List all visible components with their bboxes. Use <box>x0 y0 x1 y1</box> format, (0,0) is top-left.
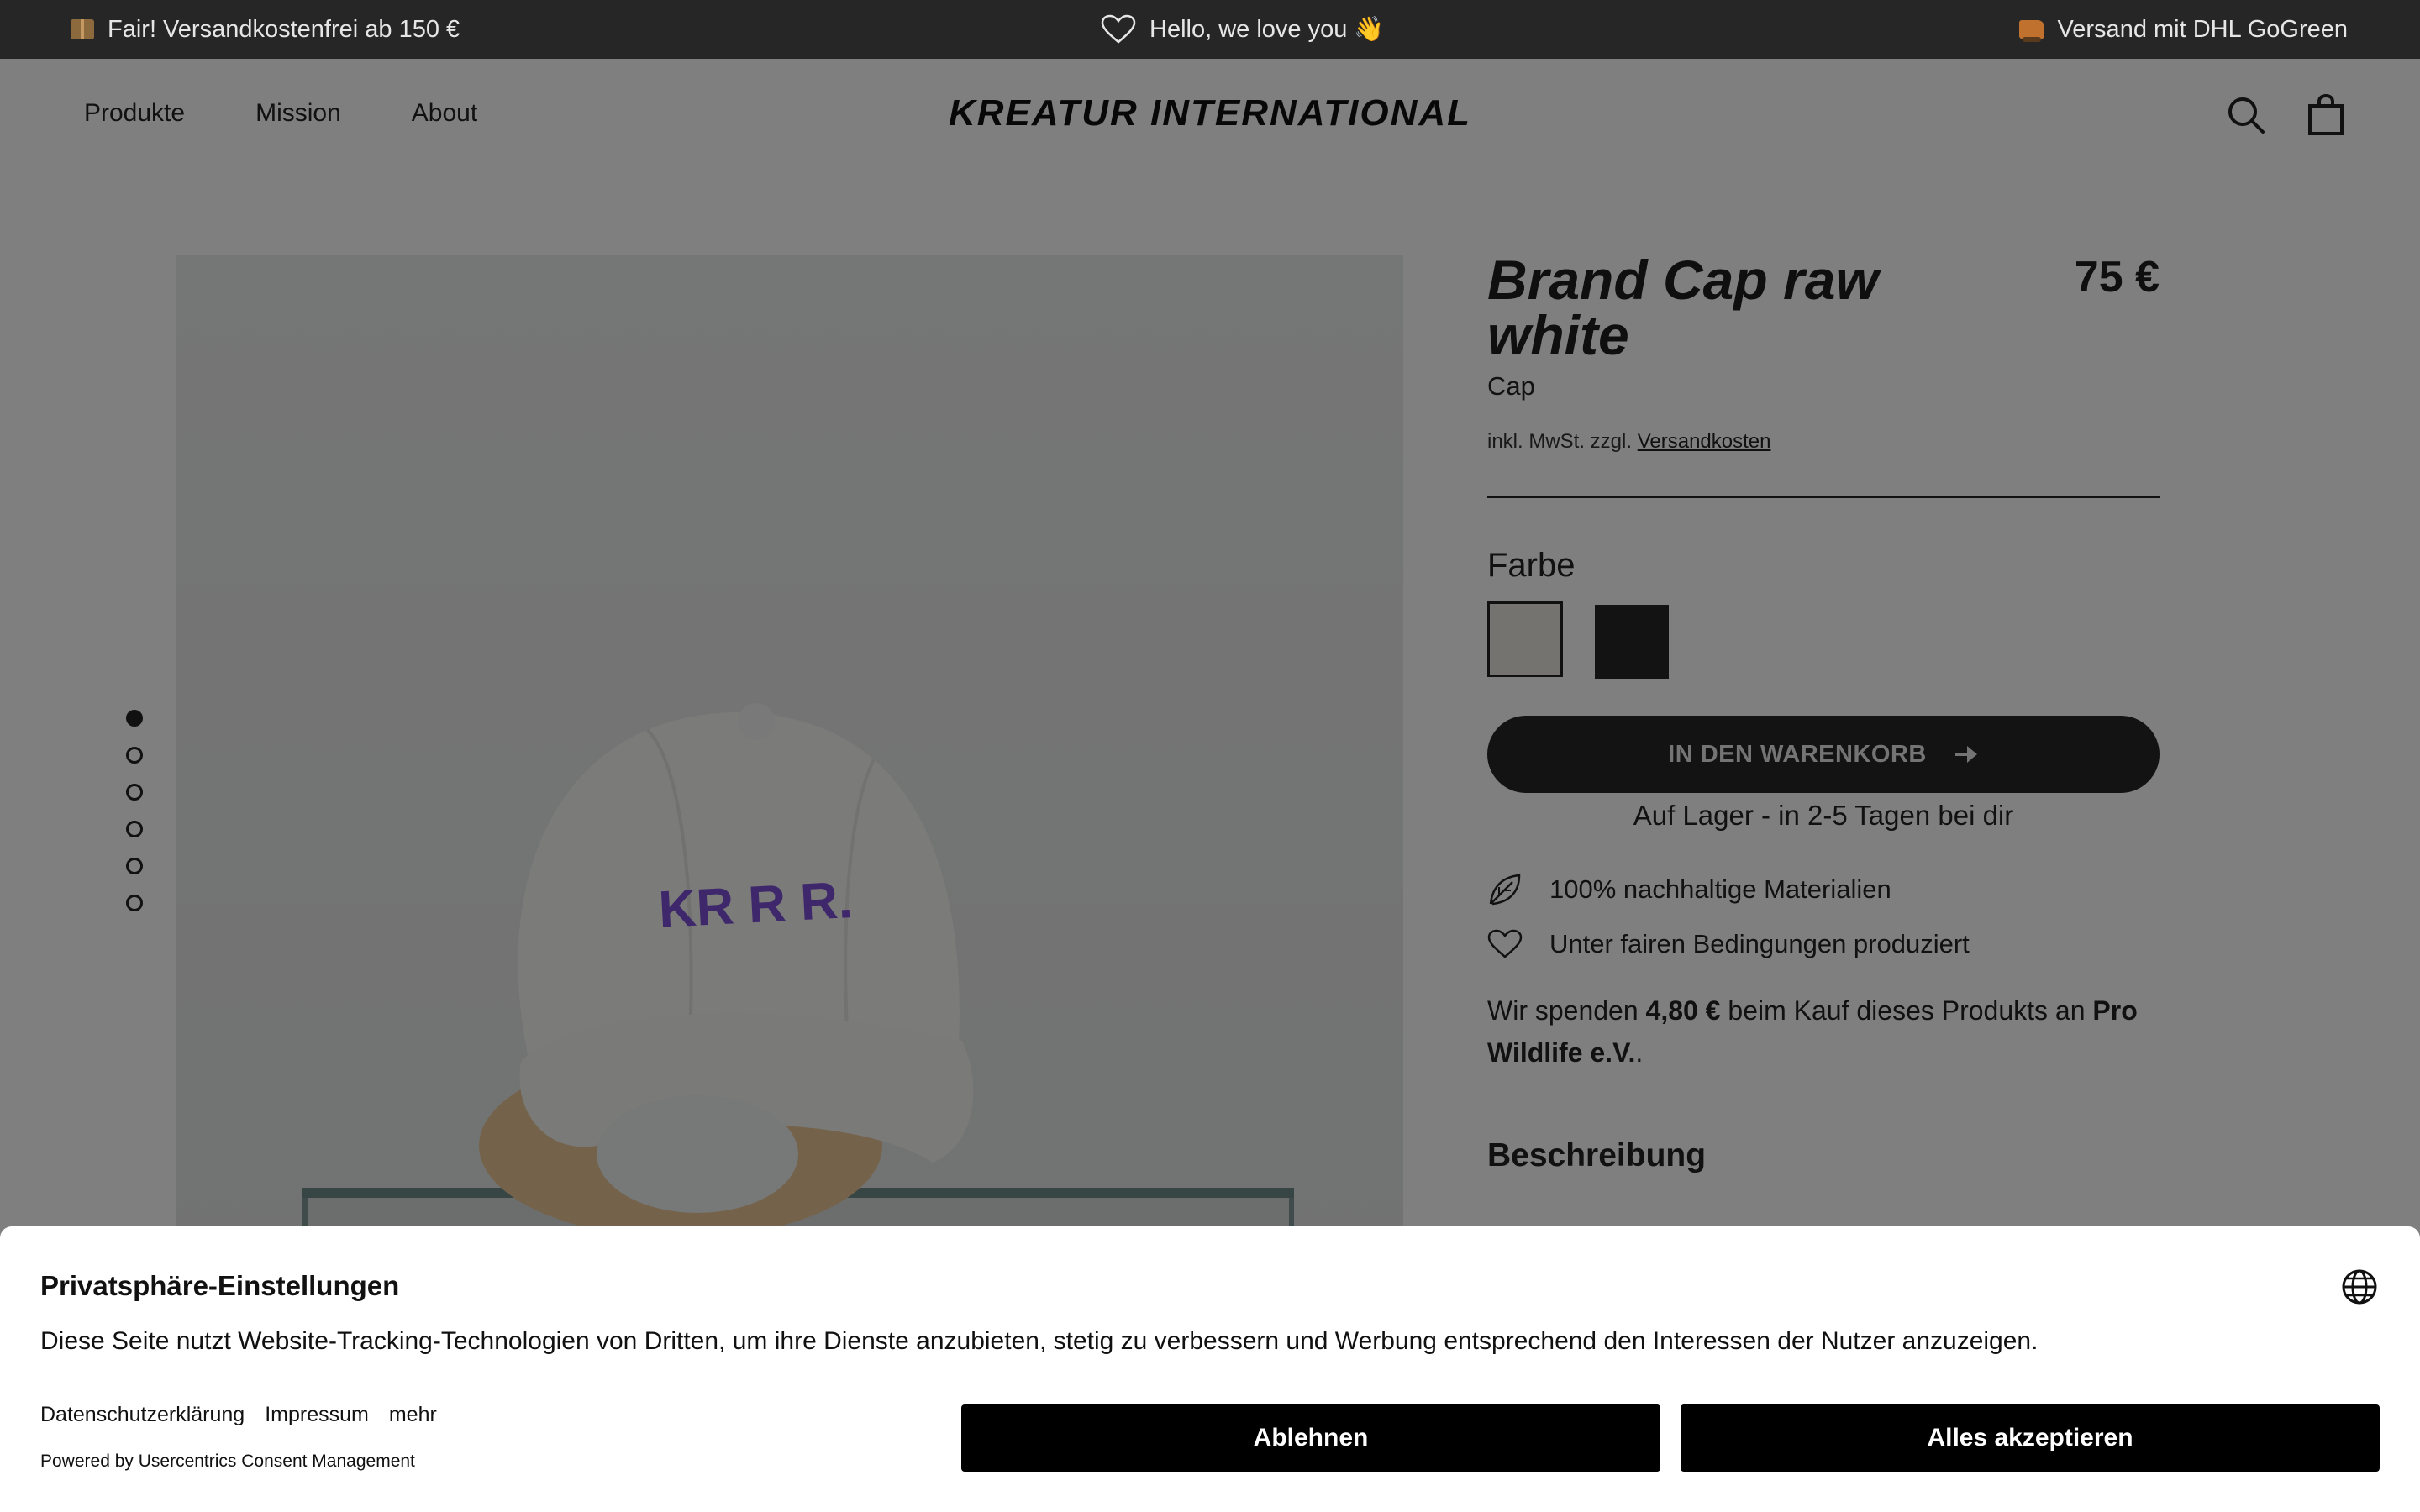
accept-all-button[interactable]: Alles akzeptieren <box>1681 1404 2380 1472</box>
announcement-bar: Fair! Versandkostenfrei ab 150 € Hello, … <box>0 0 2420 59</box>
announcement-dhl: Versand mit DHL GoGreen <box>2018 0 2348 59</box>
more-link[interactable]: mehr <box>389 1403 437 1427</box>
cookie-consent-banner: Privatsphäre-Einstellungen Diese Seite n… <box>0 1226 2420 1512</box>
globe-icon[interactable] <box>2341 1268 2378 1305</box>
announcement-free-shipping: Fair! Versandkostenfrei ab 150 € <box>71 0 460 59</box>
consent-text: Diese Seite nutzt Website-Tracking-Techn… <box>40 1327 2039 1355</box>
consent-links: Datenschutzerklärung Impressum mehr <box>40 1403 437 1427</box>
announcement-left-text: Fair! Versandkostenfrei ab 150 € <box>108 15 460 43</box>
privacy-policy-link[interactable]: Datenschutzerklärung <box>40 1403 245 1427</box>
heart-icon <box>1101 14 1136 44</box>
imprint-link[interactable]: Impressum <box>265 1403 369 1427</box>
package-icon <box>71 19 94 39</box>
announcement-love: Hello, we love you 👋 <box>1101 0 1385 59</box>
announcement-center-text: Hello, we love you 👋 <box>1150 16 1385 43</box>
truck-icon <box>2018 20 2044 42</box>
announcement-right-text: Versand mit DHL GoGreen <box>2057 15 2348 43</box>
reject-button[interactable]: Ablehnen <box>961 1404 1660 1472</box>
consent-powered-by: Powered by Usercentrics Consent Manageme… <box>40 1452 415 1471</box>
consent-title: Privatsphäre-Einstellungen <box>40 1270 400 1301</box>
